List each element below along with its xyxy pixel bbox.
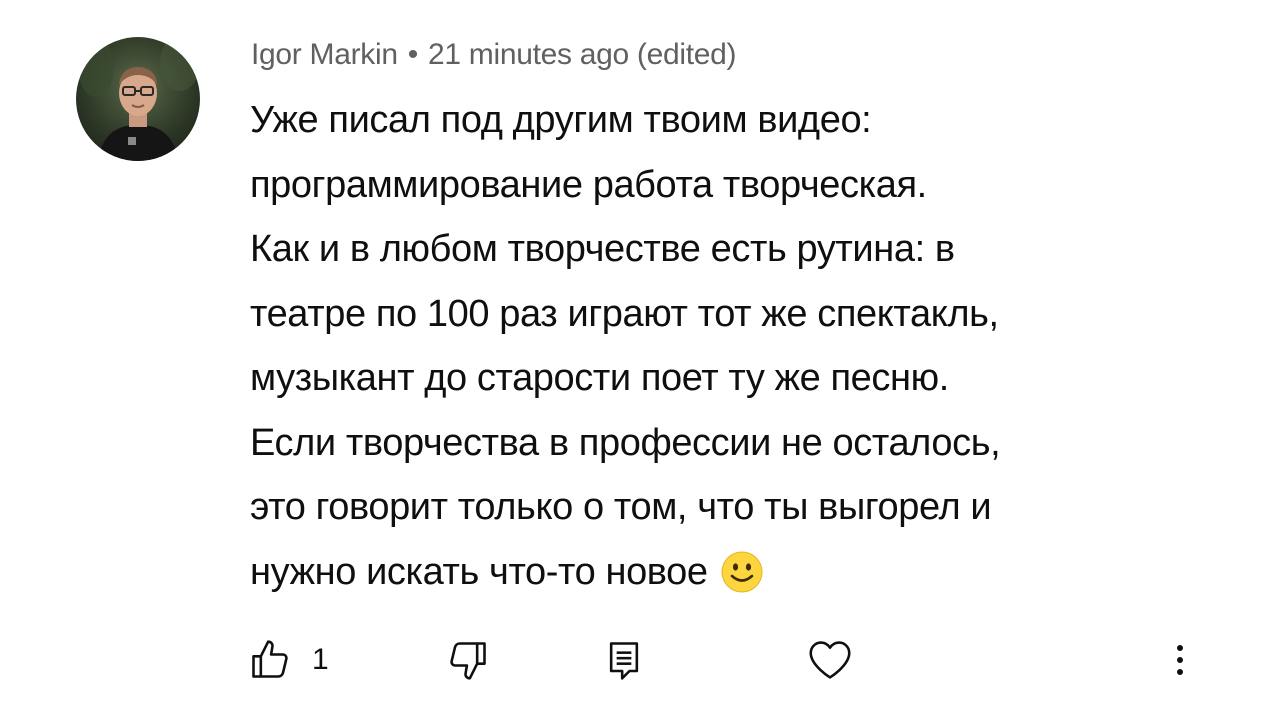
comment-line: Уже писал под другим твоим видео: xyxy=(250,99,872,141)
heart-icon xyxy=(809,641,851,679)
avatar-image xyxy=(76,37,200,161)
like-button[interactable]: 1 xyxy=(248,630,329,690)
more-actions-button[interactable] xyxy=(1160,630,1200,690)
comment-time[interactable]: 21 minutes ago (edited) xyxy=(428,38,737,71)
reply-comment-icon xyxy=(609,642,639,680)
avatar[interactable] xyxy=(76,37,200,161)
meta-separator: • xyxy=(407,38,419,71)
comment-line-last: нужно искать что-то новое xyxy=(250,540,1230,615)
heart-button[interactable] xyxy=(806,630,854,690)
comment-line: программирование работа творческая. xyxy=(250,163,927,206)
like-count: 1 xyxy=(312,643,329,676)
comment-actions: 1 xyxy=(0,630,1280,690)
comment: Igor Markin • 21 minutes ago (edited) Уже … xyxy=(0,0,1280,719)
comment-line-text: нужно искать что-то новое xyxy=(250,550,708,593)
slightly-smiling-face-emoji xyxy=(720,550,764,615)
comment-line: Как и в любом творчестве есть рутина: в xyxy=(250,228,955,270)
dislike-button[interactable] xyxy=(446,630,490,690)
thumbs-up-icon xyxy=(252,640,288,678)
thumbs-down-icon xyxy=(450,642,486,680)
comment-line: театре по 100 раз играют тот же спектакл… xyxy=(250,292,999,335)
comment-line: музыкант до старости поет ту же песню. xyxy=(250,357,949,399)
comment-text: Уже писал под другим твоим видео: програ… xyxy=(250,88,1230,614)
more-vertical-icon xyxy=(1177,645,1183,675)
author-name[interactable]: Igor Markin xyxy=(251,38,398,71)
comment-line: Если творчества в профессии не осталось, xyxy=(250,421,1001,464)
reply-button[interactable] xyxy=(604,630,644,690)
comment-line: это говорит только о том, что ты выгорел… xyxy=(250,486,992,528)
comment-meta: Igor Markin • 21 minutes ago (edited) xyxy=(251,38,737,72)
